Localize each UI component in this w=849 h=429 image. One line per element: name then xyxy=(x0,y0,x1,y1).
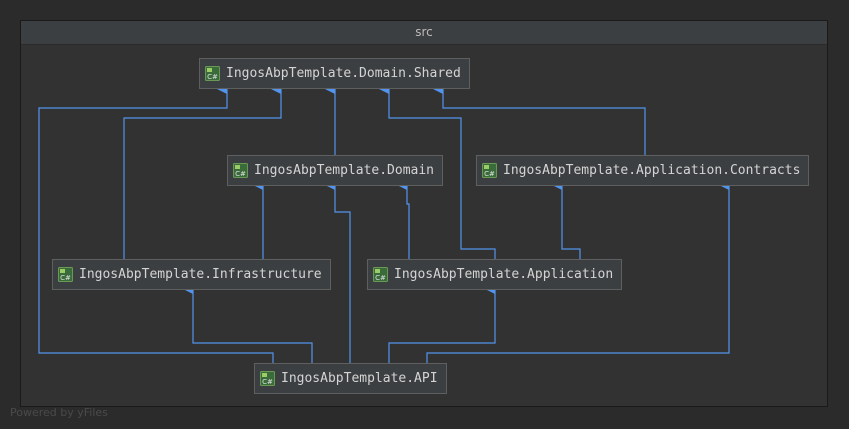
csharp-project-icon: C# xyxy=(373,267,388,282)
csharp-project-icon: C# xyxy=(58,267,73,282)
svg-text:C#: C# xyxy=(375,274,386,282)
svg-text:C#: C# xyxy=(235,170,246,178)
powered-by-watermark: Powered by yFiles xyxy=(10,406,108,419)
group-title: src xyxy=(21,21,827,45)
node-domain[interactable]: C# IngosAbpTemplate.Domain xyxy=(227,155,444,186)
node-infrastructure[interactable]: C# IngosAbpTemplate.Infrastructure xyxy=(52,259,331,290)
csharp-project-icon: C# xyxy=(260,371,275,386)
node-application[interactable]: C# IngosAbpTemplate.Application xyxy=(367,259,623,290)
node-label: IngosAbpTemplate.API xyxy=(281,371,438,386)
node-api[interactable]: C# IngosAbpTemplate.API xyxy=(254,363,447,394)
node-label: IngosAbpTemplate.Domain.Shared xyxy=(226,66,461,81)
node-label: IngosAbpTemplate.Application xyxy=(394,267,614,282)
node-domain-shared[interactable]: C# IngosAbpTemplate.Domain.Shared xyxy=(199,58,470,89)
node-label: IngosAbpTemplate.Application.Contracts xyxy=(503,163,801,178)
node-label: IngosAbpTemplate.Domain xyxy=(254,163,435,178)
csharp-project-icon: C# xyxy=(233,163,248,178)
csharp-project-icon: C# xyxy=(205,66,220,81)
svg-text:C#: C# xyxy=(484,170,495,178)
node-application-contracts[interactable]: C# IngosAbpTemplate.Application.Contract… xyxy=(476,155,810,186)
svg-text:C#: C# xyxy=(60,274,71,282)
csharp-project-icon: C# xyxy=(482,163,497,178)
node-label: IngosAbpTemplate.Infrastructure xyxy=(79,267,322,282)
svg-text:C#: C# xyxy=(262,378,273,386)
svg-text:C#: C# xyxy=(207,73,218,81)
